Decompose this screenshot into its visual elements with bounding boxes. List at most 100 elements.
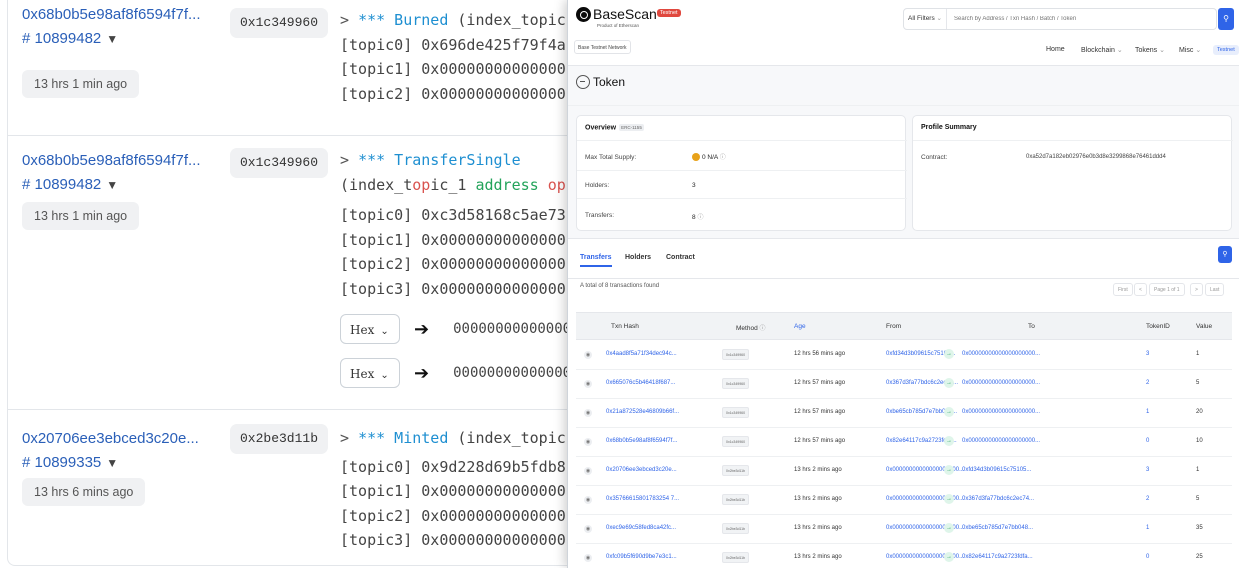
table-row: ◉ 0x20706ee3ebced3c20e... 0x2be3d11b 13 hrs…	[576, 456, 1232, 486]
filter-icon[interactable]: ▼	[106, 456, 118, 470]
divider	[913, 140, 1233, 141]
row-to-link[interactable]: 0x82e64117c9a2723fdfa...	[962, 554, 1033, 560]
row-to-link[interactable]: 0xbe65cb785d7e7bb048...	[962, 525, 1033, 531]
format-select[interactable]: Hex ⌄	[340, 314, 400, 344]
pager-next[interactable]: >	[1190, 283, 1203, 296]
row-value: 1	[1196, 351, 1200, 357]
divider	[568, 105, 1239, 106]
holders-value: 3	[692, 182, 696, 189]
row-token-id-link[interactable]: 3	[1146, 351, 1149, 357]
log-topic-line: [topic0] 0x696de425f79f4a	[340, 35, 566, 54]
row-txn-hash-link[interactable]: 0x665076c5b46418f687...	[606, 380, 675, 386]
tab-holders[interactable]: Holders	[625, 254, 651, 261]
nav-blockchain[interactable]: Blockchain ⌄	[1081, 46, 1123, 54]
eye-icon[interactable]: ◉	[584, 380, 592, 388]
tab-transfers[interactable]: Transfers	[580, 254, 612, 267]
holders-label: Holders:	[585, 182, 610, 189]
eye-icon[interactable]: ◉	[584, 496, 592, 504]
eye-icon[interactable]: ◉	[584, 525, 592, 533]
log-decoded-data: > *** Minted (index_topic [topic0] 0x9d2…	[340, 426, 566, 553]
row-method-badge: 0x2be3d11b	[722, 552, 750, 563]
info-icon: ⓘ	[719, 155, 726, 161]
row-txn-hash-link[interactable]: 0x20706ee3ebced3c20e...	[606, 467, 677, 473]
eye-icon[interactable]: ◉	[584, 409, 592, 417]
log-block-link[interactable]: # 10899482	[22, 176, 101, 193]
eye-icon[interactable]: ◉	[584, 467, 592, 475]
log-event-text: *** TransferSingle	[358, 151, 521, 169]
log-age-badge: 13 hrs 1 min ago	[22, 70, 140, 98]
log-data-row: Hex ⌄ ➔ 000000000000000	[340, 358, 580, 388]
log-tx-hash-link[interactable]: 0x20706ee3ebced3c20e...	[22, 430, 199, 447]
row-to-link[interactable]: 0x00000000000000000000...	[962, 380, 1040, 386]
table-row: ◉ 0x35766615801783254 7... 0x2be3d11b 13 hr…	[576, 485, 1232, 515]
log-topic-line: [topic0] 0xc3d58168c5ae73	[340, 206, 566, 225]
row-method-badge: 0x1c349960	[722, 407, 750, 418]
row-to-link[interactable]: 0x00000000000000000000...	[962, 351, 1040, 357]
row-token-id-link[interactable]: 0	[1146, 554, 1149, 560]
row-method-badge: 0x2be3d11b	[722, 523, 750, 534]
row-method-badge: 0x2be3d11b	[722, 494, 750, 505]
row-token-id-link[interactable]: 2	[1146, 496, 1149, 502]
row-txn-hash-link[interactable]: 0x68b0b5e98af8f6594f7f...	[606, 438, 677, 444]
log-tx-hash-link[interactable]: 0x68b0b5e98af8f6594f7f...	[22, 6, 201, 23]
row-token-id-link[interactable]: 0	[1146, 438, 1149, 444]
search-filter-select[interactable]: All Filters ⌄	[904, 9, 947, 29]
row-to-link[interactable]: 0x00000000000000000000...	[962, 409, 1040, 415]
search-input[interactable]	[954, 9, 1209, 29]
pager-first[interactable]: First	[1113, 283, 1133, 296]
arrow-right-icon: →	[944, 552, 954, 562]
row-to-link[interactable]: 0x367d3fa77bdc6c2ec74...	[962, 496, 1034, 502]
header: BaseScan Testnet Product of Etherscan Bas…	[568, 0, 1239, 66]
row-txn-hash-link[interactable]: 0x21a872528e46809b66f...	[606, 409, 679, 415]
row-token-id-link[interactable]: 3	[1146, 467, 1149, 473]
row-to-link[interactable]: 0xfd34d3b09615c75105...	[962, 467, 1031, 473]
pager-status: Page 1 of 1	[1149, 283, 1185, 296]
row-txn-hash-link[interactable]: 0x4aad8f5a71f34dec94c...	[606, 351, 677, 357]
log-method-badge: 0x2be3d11b	[230, 424, 329, 454]
tab-contract[interactable]: Contract	[666, 254, 695, 261]
token-icon	[576, 75, 590, 89]
log-block-link[interactable]: # 10899482	[22, 30, 101, 47]
arrow-right-icon: ➔	[414, 362, 430, 383]
col-age[interactable]: Age	[794, 323, 806, 330]
format-select[interactable]: Hex ⌄	[340, 358, 400, 388]
contract-address-link[interactable]: 0xa52d7a182eb02976e0b3d8e3299868e76461dd…	[1026, 154, 1166, 160]
row-token-id-link[interactable]: 1	[1146, 525, 1149, 531]
log-tx-hash-link[interactable]: 0x68b0b5e98af8f6594f7f...	[22, 152, 201, 169]
row-txn-hash-link[interactable]: 0x35766615801783254 7...	[606, 496, 679, 502]
table-search-button[interactable]: ⚲	[1218, 246, 1232, 263]
row-value: 1	[1196, 467, 1200, 473]
row-age: 13 hrs 2 mins ago	[794, 525, 842, 531]
table-header: Txn Hash Method ⓘ Age From To TokenID Va…	[576, 312, 1232, 340]
log-block-link[interactable]: # 10899335	[22, 454, 101, 471]
nav-testnet[interactable]: Testnet	[1213, 45, 1239, 55]
network-button[interactable]: Base Testnet Network	[574, 40, 631, 54]
table-row: ◉ 0xfc09b5f690d9be7e3c1... 0x2be3d11b 13 hr…	[576, 543, 1232, 568]
nav-tokens[interactable]: Tokens ⌄	[1135, 46, 1165, 54]
pager-last[interactable]: Last	[1205, 283, 1225, 296]
eye-icon[interactable]: ◉	[584, 351, 592, 359]
log-method-badge: 0x1c349960	[230, 148, 329, 178]
pager-prev[interactable]: <	[1134, 283, 1147, 296]
row-txn-hash-link[interactable]: 0xec9e69c58fed8ca42fc...	[606, 525, 676, 531]
search-button[interactable]: ⚲	[1218, 8, 1234, 30]
row-txn-hash-link[interactable]: 0xfc09b5f690d9be7e3c1...	[606, 554, 677, 560]
row-to-link[interactable]: 0x00000000000000000000...	[962, 438, 1040, 444]
filter-icon[interactable]: ▼	[106, 32, 118, 46]
eye-icon[interactable]: ◉	[584, 438, 592, 446]
log-topic-line: [topic3] 0x00000000000000	[340, 279, 566, 298]
row-token-id-link[interactable]: 1	[1146, 409, 1149, 415]
filter-icon[interactable]: ▼	[106, 178, 118, 192]
transactions-found-text: A total of 8 transactions found	[580, 283, 660, 289]
testnet-badge: Testnet	[656, 9, 681, 17]
col-to: To	[1028, 323, 1035, 330]
nav-misc[interactable]: Misc ⌄	[1179, 46, 1201, 54]
log-event-line: > *** Burned (index_topic	[340, 11, 566, 29]
eye-icon[interactable]: ◉	[584, 554, 592, 562]
nav-home[interactable]: Home	[1046, 46, 1065, 53]
max-supply-label: Max Total Supply:	[585, 154, 637, 161]
basescan-logo[interactable]: BaseScan Testnet Product of Etherscan	[576, 7, 681, 28]
row-token-id-link[interactable]: 2	[1146, 380, 1149, 386]
log-event-line: > *** TransferSingle	[340, 151, 521, 169]
arrow-right-icon: ➔	[414, 318, 430, 339]
